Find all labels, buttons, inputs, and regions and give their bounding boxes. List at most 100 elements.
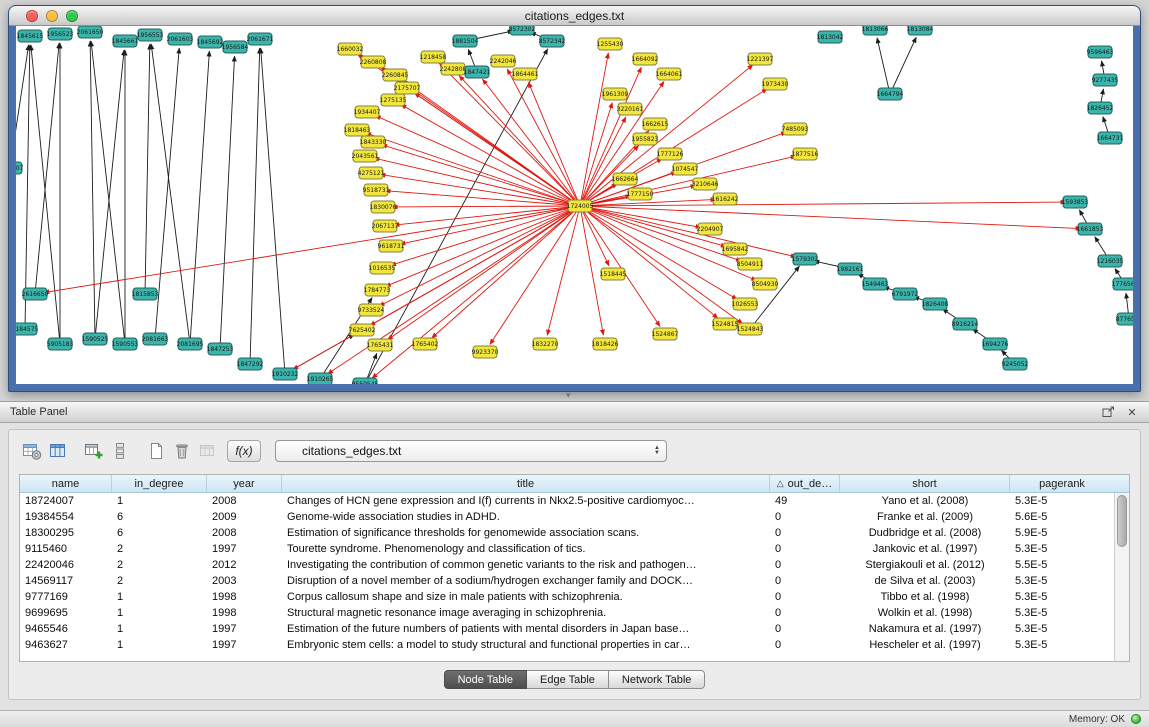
graph-node[interactable]: 1661853 bbox=[1077, 223, 1104, 235]
graph-node[interactable]: 8572342 bbox=[539, 35, 566, 47]
graph-node[interactable]: 1956553 bbox=[137, 29, 164, 41]
graph-node[interactable]: 8504930 bbox=[752, 278, 779, 290]
graph-node[interactable]: 1724005 bbox=[567, 200, 594, 212]
graph-node[interactable]: 2061603 bbox=[167, 33, 194, 45]
edge-red[interactable] bbox=[392, 206, 580, 207]
minimize-window-button[interactable] bbox=[46, 10, 58, 22]
table-add-icon[interactable] bbox=[81, 439, 107, 463]
graph-node[interactable]: 1845615 bbox=[17, 30, 44, 42]
graph-node[interactable]: 1843330 bbox=[360, 136, 387, 148]
graph-node[interactable]: 1664794 bbox=[877, 88, 904, 100]
graph-node[interactable]: 1616242 bbox=[712, 193, 739, 205]
graph-node[interactable]: 1813042 bbox=[817, 31, 844, 43]
graph-node[interactable]: 4275121 bbox=[358, 167, 385, 179]
graph-node[interactable]: 1830076 bbox=[370, 201, 397, 213]
scrollbar-thumb[interactable] bbox=[1117, 495, 1127, 547]
graph-node[interactable]: 1218458 bbox=[420, 51, 447, 63]
table-row[interactable]: 977716911998Corpus callosum shape and si… bbox=[20, 589, 1129, 605]
table-row[interactable]: 911546021997Tourette syndrome. Phenomeno… bbox=[20, 541, 1129, 557]
graph-node[interactable]: 2061671 bbox=[247, 33, 274, 45]
graph-node[interactable]: 1818463 bbox=[344, 124, 371, 136]
table-settings-icon[interactable] bbox=[19, 439, 45, 463]
edge-red[interactable] bbox=[580, 65, 753, 206]
column-header-short[interactable]: short bbox=[840, 475, 1010, 492]
graph-node[interactable]: 1221397 bbox=[747, 53, 774, 65]
edge-red[interactable] bbox=[414, 93, 580, 206]
graph-node[interactable]: 8916214 bbox=[952, 318, 979, 330]
graph-node[interactable]: 1662615 bbox=[642, 118, 669, 130]
graph-node[interactable]: 1518445 bbox=[600, 268, 627, 280]
graph-node[interactable]: 1524867 bbox=[652, 328, 679, 340]
graph-node[interactable]: 1590553 bbox=[112, 338, 139, 350]
edge-red[interactable] bbox=[580, 206, 718, 318]
splitter-collapse-arrow[interactable]: ▾ bbox=[566, 390, 571, 400]
delete-table-icon[interactable] bbox=[169, 439, 195, 463]
graph-node[interactable]: 1813084 bbox=[907, 26, 934, 35]
close-window-button[interactable] bbox=[26, 10, 38, 22]
graph-node[interactable]: 2043561 bbox=[352, 150, 379, 162]
zoom-window-button[interactable] bbox=[66, 10, 78, 22]
edge-black[interactable] bbox=[220, 56, 235, 349]
graph-node[interactable]: 9733524 bbox=[358, 304, 385, 316]
graph-node[interactable]: 1955823 bbox=[632, 133, 659, 145]
graph-node[interactable]: 3210646 bbox=[692, 178, 719, 190]
graph-node[interactable]: 2242808 bbox=[440, 63, 467, 75]
table-row[interactable]: 946362711997Embryonic stem cells: a mode… bbox=[20, 637, 1129, 653]
graph-node[interactable]: 1826452 bbox=[1087, 102, 1114, 114]
graph-node[interactable]: 1664092 bbox=[632, 53, 659, 65]
show-columns-icon[interactable] bbox=[45, 439, 71, 463]
edge-red[interactable] bbox=[380, 174, 580, 206]
graph-node[interactable]: 1593853 bbox=[1062, 196, 1089, 208]
column-header-pagerank[interactable]: pagerank bbox=[1010, 475, 1114, 492]
edge-red[interactable] bbox=[580, 89, 767, 206]
graph-node[interactable]: 1864461 bbox=[512, 68, 539, 80]
graph-node[interactable]: 1934407 bbox=[354, 106, 381, 118]
graph-node[interactable]: 9618731 bbox=[378, 240, 405, 252]
edge-red[interactable] bbox=[379, 206, 580, 306]
graph-node[interactable]: 1818426 bbox=[592, 338, 619, 350]
graph-node[interactable]: 2260808 bbox=[360, 56, 387, 68]
edge-red[interactable] bbox=[580, 206, 796, 257]
graph-node[interactable]: 1579302 bbox=[792, 253, 819, 265]
graph-node[interactable]: 1956584 bbox=[222, 41, 249, 53]
edge-red[interactable] bbox=[385, 206, 580, 287]
graph-node[interactable]: 1815853 bbox=[132, 288, 159, 300]
graph-node[interactable]: 1216035 bbox=[1097, 255, 1124, 267]
graph-node[interactable]: 1847253 bbox=[207, 343, 234, 355]
graph-node[interactable]: 1832270 bbox=[532, 338, 559, 350]
graph-node[interactable]: 9518731 bbox=[363, 184, 390, 196]
edge-red[interactable] bbox=[44, 206, 580, 293]
graph-node[interactable]: 1777150 bbox=[627, 188, 654, 200]
graph-node[interactable]: 1016535 bbox=[369, 262, 396, 274]
graph-node[interactable]: 1776561 bbox=[1112, 278, 1133, 290]
table-row[interactable]: 1938455462009Genome-wide association stu… bbox=[20, 509, 1129, 525]
graph-node[interactable]: 1026553 bbox=[732, 298, 759, 310]
function-builder-icon[interactable]: f(x) bbox=[227, 440, 261, 462]
graph-node[interactable]: 2081663 bbox=[142, 333, 169, 345]
network-window-titlebar[interactable]: citations_edges.txt bbox=[9, 6, 1140, 26]
edge-black[interactable] bbox=[90, 41, 95, 339]
graph-node[interactable]: 2616650 bbox=[22, 288, 49, 300]
graph-node[interactable]: 1777126 bbox=[657, 148, 684, 160]
graph-node[interactable]: 1694276 bbox=[982, 338, 1009, 350]
graph-node[interactable]: 1847292 bbox=[237, 358, 264, 370]
graph-node[interactable]: 1973430 bbox=[762, 78, 789, 90]
graph-node[interactable]: 1662664 bbox=[612, 173, 639, 185]
graph-node[interactable]: 1826408 bbox=[922, 298, 949, 310]
edge-black[interactable] bbox=[190, 51, 209, 344]
graph-node[interactable]: 2242046 bbox=[490, 55, 517, 67]
tab-node-table[interactable]: Node Table bbox=[444, 670, 527, 689]
graph-node[interactable]: 9596463 bbox=[1087, 46, 1114, 58]
edge-black[interactable] bbox=[145, 44, 150, 294]
column-header-name[interactable]: name bbox=[20, 475, 112, 492]
edge-red[interactable] bbox=[580, 206, 1081, 229]
graph-node[interactable]: 1660032 bbox=[337, 43, 364, 55]
graph-node[interactable]: 1765402 bbox=[412, 338, 439, 350]
graph-node[interactable]: 2184507 bbox=[16, 162, 24, 174]
graph-node[interactable]: 2067137 bbox=[372, 220, 399, 232]
edge-black[interactable] bbox=[25, 45, 30, 329]
graph-node[interactable]: 3220161 bbox=[617, 103, 644, 115]
graph-node[interactable]: 8504911 bbox=[737, 258, 764, 270]
edge-red[interactable] bbox=[490, 206, 580, 344]
graph-node[interactable]: 1695842 bbox=[722, 243, 749, 255]
